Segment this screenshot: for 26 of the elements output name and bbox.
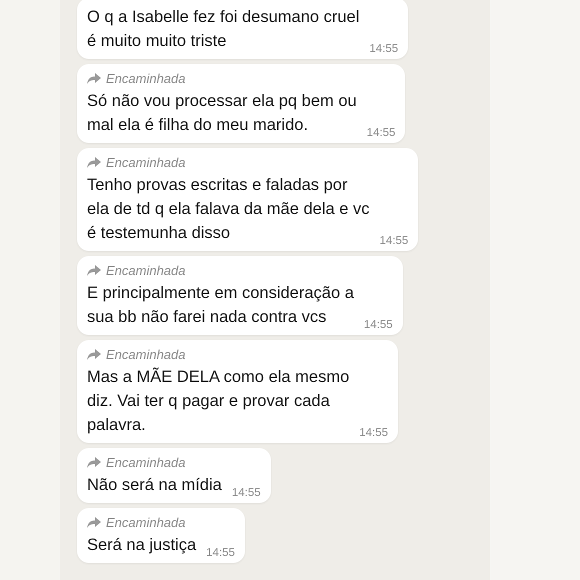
- forward-icon: [87, 349, 101, 360]
- forwarded-label: Encaminhada: [106, 263, 186, 278]
- forwarded-label: Encaminhada: [106, 347, 186, 362]
- message-text: E principalmente em consideração a sua bb não farei nada contra vcs: [87, 283, 354, 328]
- forward-icon: [87, 265, 101, 276]
- forward-icon: [87, 517, 101, 528]
- forward-icon: [87, 73, 101, 84]
- message-time: 14:55: [232, 487, 261, 499]
- forward-icon: [87, 157, 101, 168]
- message-time: 14:55: [359, 427, 388, 439]
- message-text: Não será na mídia: [87, 475, 222, 496]
- message-time: 14:55: [366, 127, 396, 139]
- forwarded-label: Encaminhada: [106, 515, 186, 530]
- message-time: 14:55: [206, 547, 235, 559]
- forwarded-label: Encaminhada: [106, 71, 186, 86]
- message-text: O q a Isabelle fez foi desumano cruel é muito muito triste: [87, 7, 360, 52]
- forwarded-label: Encaminhada: [106, 155, 186, 170]
- message-text: Será na justiça: [87, 535, 196, 556]
- message-text: Só não vou processar ela pq bem ou mal ela é filha do meu marido.: [87, 91, 357, 136]
- message-text: Tenho provas escritas e faladas por ela de td q ela falava da mãe dela e vc é testemunha disso: [87, 175, 370, 244]
- message-time: 14:55: [380, 235, 408, 247]
- message-time: 14:55: [369, 43, 398, 55]
- forward-icon: [87, 457, 101, 468]
- forwarded-label: Encaminhada: [106, 455, 186, 470]
- message-text: Mas a MÃE DELA como ela mesmo diz. Vai ter q pagar e provar cada palavra.: [87, 366, 350, 436]
- message-time: 14:55: [364, 319, 393, 331]
